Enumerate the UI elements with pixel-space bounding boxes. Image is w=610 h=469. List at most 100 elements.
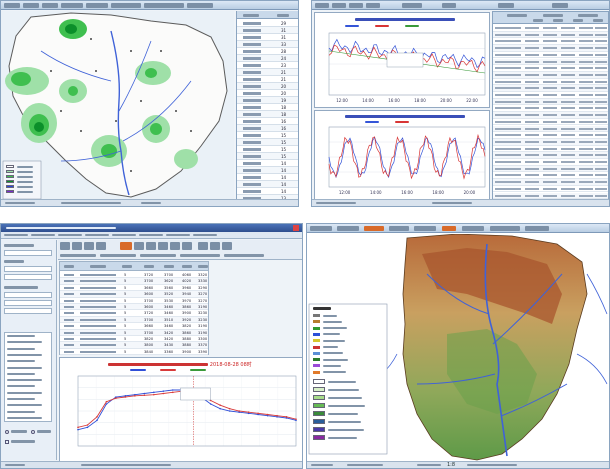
toolbar-button[interactable] — [490, 226, 520, 231]
table-row[interactable]: 23 — [237, 62, 298, 69]
menu-item[interactable] — [166, 234, 190, 236]
table-row[interactable]: 33 — [237, 41, 298, 48]
table-row[interactable] — [493, 119, 608, 126]
option-field[interactable] — [4, 308, 52, 314]
toolbar-button[interactable] — [389, 226, 409, 231]
table-row[interactable]: 14 — [237, 167, 298, 174]
table-row[interactable]: 24 — [237, 55, 298, 62]
toolbar-button[interactable] — [86, 3, 108, 8]
table-row[interactable]: 14 — [237, 174, 298, 181]
table-row[interactable] — [493, 186, 608, 193]
toolbar-button[interactable] — [462, 226, 484, 231]
table-row[interactable]: 18 — [237, 111, 298, 118]
station-select[interactable] — [4, 250, 52, 256]
table-row[interactable] — [493, 125, 608, 133]
table-row[interactable]: 5 3840 3360 3900 3390 — [60, 349, 208, 356]
date-field[interactable] — [4, 274, 52, 280]
table-row[interactable] — [493, 38, 608, 46]
list-item[interactable] — [5, 415, 51, 421]
toolbar-button[interactable] — [414, 226, 436, 231]
table-row[interactable] — [493, 146, 608, 153]
table-row[interactable] — [493, 71, 608, 79]
toolbar-button[interactable] — [552, 3, 568, 8]
menu-item[interactable] — [31, 234, 55, 236]
option-field[interactable] — [4, 300, 52, 306]
table-row[interactable]: 15 — [237, 139, 298, 146]
menu-item[interactable] — [193, 234, 217, 236]
table-row[interactable]: 20 — [237, 90, 298, 97]
table-row[interactable]: 31 — [237, 34, 298, 41]
table-row[interactable]: 19 — [237, 97, 298, 104]
toolbar-button[interactable] — [366, 3, 380, 8]
table-row[interactable] — [493, 79, 608, 86]
menu-item[interactable] — [85, 234, 109, 236]
radio-button[interactable] — [5, 430, 9, 434]
toolbar-button[interactable] — [61, 3, 83, 8]
table-row[interactable]: 28 — [237, 48, 298, 55]
toolbar-button[interactable] — [4, 3, 20, 8]
table-row[interactable]: 21 — [237, 69, 298, 76]
checkbox[interactable] — [5, 440, 9, 444]
table-row[interactable]: 21 — [237, 76, 298, 83]
table-row[interactable] — [493, 165, 608, 173]
table-row[interactable]: 16 — [237, 118, 298, 125]
toolbar-button[interactable] — [187, 3, 213, 8]
table-row[interactable] — [493, 92, 608, 99]
table-row[interactable]: 31 — [237, 27, 298, 34]
forecast-chart[interactable]: 2018-08-28 08时 — [59, 357, 302, 462]
toolbar-button[interactable] — [332, 3, 346, 8]
table-row[interactable] — [493, 45, 608, 52]
table-row[interactable]: 16 — [237, 125, 298, 132]
table-row[interactable] — [493, 58, 608, 66]
table-row[interactable] — [493, 65, 608, 72]
table-row[interactable] — [493, 172, 608, 180]
toolbar-button[interactable] — [525, 226, 549, 231]
toolbar-button[interactable] — [23, 3, 39, 8]
upper-chart[interactable]: 12:00 14:00 16:00 18:00 20:00 22:00 — [314, 12, 490, 108]
table-row[interactable] — [493, 152, 608, 159]
toolbar-button[interactable] — [315, 3, 329, 8]
table-row[interactable] — [493, 112, 608, 119]
menu-item[interactable] — [58, 234, 82, 236]
lower-chart[interactable]: 12:00 14:00 16:00 18:00 20:00 — [314, 110, 490, 200]
table-row[interactable] — [493, 31, 608, 39]
table-row[interactable]: 15 — [237, 146, 298, 153]
table-row[interactable]: 14 — [237, 181, 298, 188]
date-field[interactable] — [4, 266, 52, 272]
toolbar-button[interactable] — [498, 3, 514, 8]
toolbar-button[interactable] — [310, 226, 332, 231]
toolbar-button[interactable] — [111, 3, 141, 8]
toolbar-button[interactable] — [349, 3, 363, 8]
table-row[interactable]: 14 — [237, 188, 298, 195]
toolbar-button[interactable] — [144, 3, 184, 8]
radio-button[interactable] — [31, 430, 35, 434]
close-icon[interactable] — [293, 225, 299, 231]
table-row[interactable] — [493, 52, 608, 59]
table-row[interactable]: 20 — [237, 83, 298, 90]
option-field[interactable] — [4, 292, 52, 298]
table-row[interactable]: 14 — [237, 160, 298, 167]
toolbar-button[interactable] — [42, 3, 58, 8]
table-row[interactable] — [493, 159, 608, 166]
table-row[interactable] — [493, 132, 608, 139]
table-row[interactable]: 15 — [237, 153, 298, 160]
table-row[interactable] — [493, 105, 608, 113]
toolbar-button[interactable] — [442, 226, 456, 231]
toolbar-button[interactable] — [402, 3, 422, 8]
table-row[interactable]: 15 — [237, 132, 298, 139]
table-row[interactable] — [493, 138, 608, 146]
menu-item[interactable] — [112, 234, 136, 236]
toolbar-button[interactable] — [364, 226, 384, 231]
table-row[interactable] — [493, 179, 608, 186]
menu-item[interactable] — [139, 234, 163, 236]
menu-item[interactable] — [4, 234, 28, 236]
table-row[interactable] — [493, 25, 608, 32]
data-point — [219, 404, 221, 406]
table-row[interactable]: 29 — [237, 20, 298, 27]
toolbar-button[interactable] — [337, 226, 359, 231]
table-row[interactable]: 18 — [237, 104, 298, 111]
toolbar-button[interactable] — [442, 3, 456, 8]
station-list[interactable] — [4, 332, 52, 422]
table-row[interactable] — [493, 98, 608, 106]
table-row[interactable] — [493, 85, 608, 92]
